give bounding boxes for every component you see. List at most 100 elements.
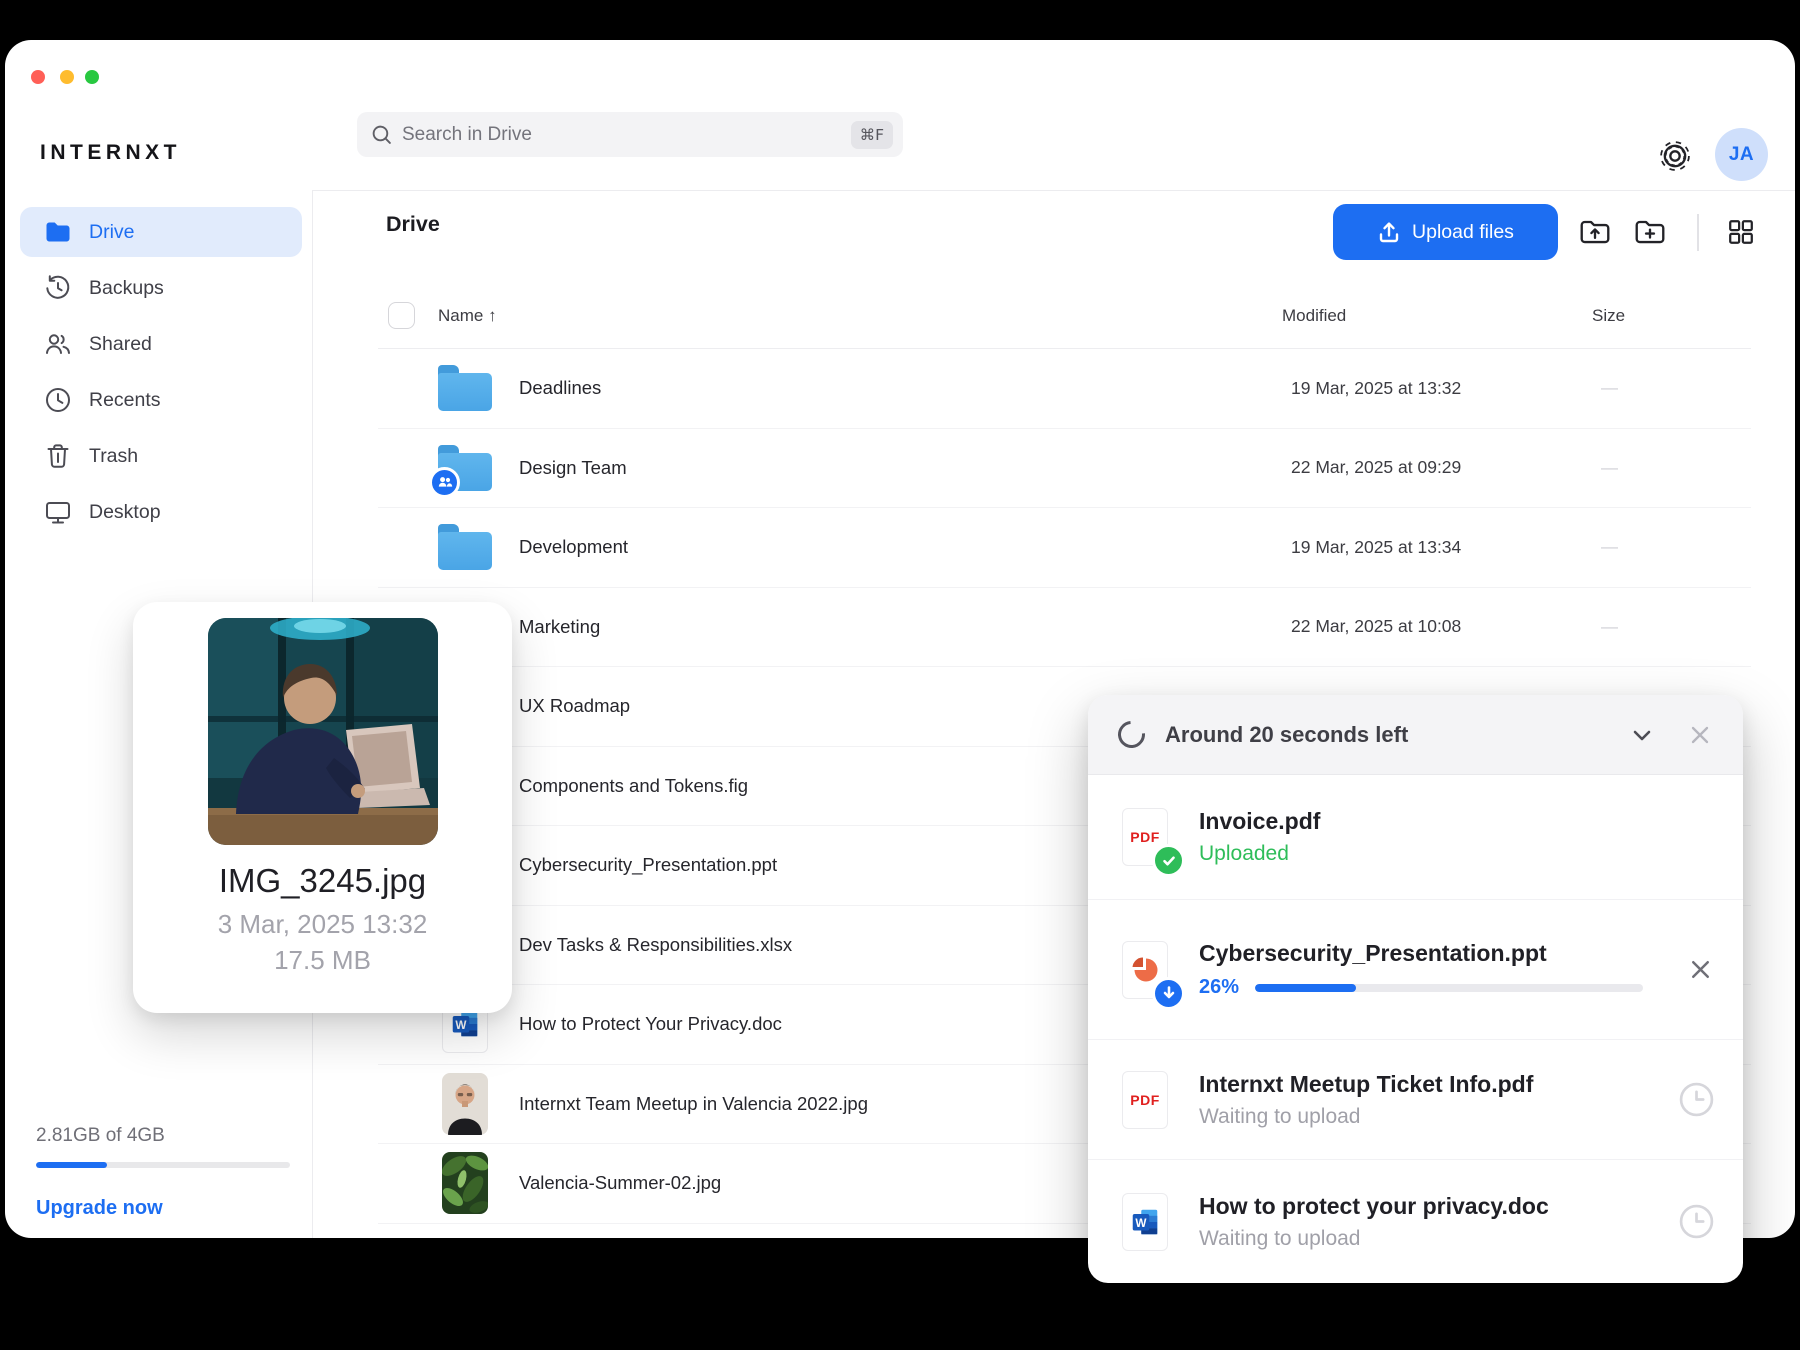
upload-status: Waiting to upload	[1199, 1105, 1660, 1129]
waiting-clock-icon	[1678, 1203, 1715, 1240]
upload-progress-percent: 26%	[1199, 976, 1239, 999]
search-bar[interactable]: ⌘F	[357, 112, 903, 157]
create-folder-button[interactable]	[1630, 212, 1670, 252]
chevron-down-icon	[1626, 719, 1658, 751]
upload-toast-title: Around 20 seconds left	[1165, 722, 1408, 748]
file-modified: 19 Mar, 2025 at 13:34	[1291, 537, 1601, 558]
waiting-indicator	[1678, 1081, 1715, 1118]
history-icon	[43, 273, 73, 303]
close-icon	[1684, 719, 1716, 751]
file-size: —	[1601, 378, 1751, 398]
minimize-window-button[interactable]	[60, 70, 74, 84]
sidebar-item-backups[interactable]: Backups	[20, 263, 302, 313]
zoom-window-button[interactable]	[85, 70, 99, 84]
file-modified: 19 Mar, 2025 at 13:32	[1291, 378, 1601, 399]
preview-date: 3 Mar, 2025 13:32	[218, 909, 428, 940]
upload-item-icon: PDF	[1122, 808, 1172, 866]
table-row[interactable]: Marketing22 Mar, 2025 at 10:08—	[378, 588, 1751, 668]
file-size: —	[1601, 617, 1751, 637]
sidebar-item-label: Backups	[89, 277, 164, 300]
toolbar-divider	[1697, 214, 1699, 251]
column-header-modified[interactable]: Modified	[1282, 306, 1346, 326]
upgrade-now-link[interactable]: Upgrade now	[36, 1197, 296, 1220]
table-row[interactable]: Design Team22 Mar, 2025 at 09:29—	[378, 429, 1751, 509]
storage-usage-text: 2.81GB of 4GB	[36, 1125, 296, 1147]
spinner-icon	[1112, 715, 1150, 753]
upload-item: PDFInternxt Meetup Ticket Info.pdfWaitin…	[1088, 1040, 1743, 1160]
upload-item: Cybersecurity_Presentation.ppt26%	[1088, 900, 1743, 1040]
sidebar-item-trash[interactable]: Trash	[20, 431, 302, 481]
search-input[interactable]	[402, 124, 841, 146]
upload-item-icon: W	[1122, 1193, 1172, 1251]
upload-toast-header: Around 20 seconds left	[1088, 695, 1743, 775]
upload-icon	[1377, 220, 1401, 244]
search-icon	[371, 124, 392, 145]
upload-item-icon	[1122, 941, 1172, 999]
sidebar-item-label: Trash	[89, 445, 138, 468]
close-window-button[interactable]	[31, 70, 45, 84]
avatar[interactable]: JA	[1715, 128, 1768, 181]
column-header-size[interactable]: Size	[1592, 306, 1625, 326]
upload-status: Waiting to upload	[1199, 1227, 1660, 1251]
sidebar-item-label: Shared	[89, 333, 152, 356]
upload-toast-items: PDF Invoice.pdf Uploaded Cybersecurity_Pres…	[1088, 775, 1743, 1283]
file-size: —	[1601, 537, 1751, 557]
preview-filename: IMG_3245.jpg	[219, 862, 426, 900]
sidebar-item-label: Recents	[89, 389, 161, 412]
upload-item-name: How to protect your privacy.doc	[1199, 1193, 1660, 1220]
sidebar-item-label: Drive	[89, 221, 135, 244]
file-size: —	[1601, 458, 1751, 478]
file-name: Marketing	[519, 616, 1291, 638]
shared-folder-badge	[429, 467, 460, 498]
settings-button[interactable]	[1655, 136, 1695, 176]
uploaded-check-badge	[1152, 844, 1185, 877]
cancel-upload-button[interactable]	[1686, 955, 1715, 984]
table-row[interactable]: Deadlines19 Mar, 2025 at 13:32—	[378, 349, 1751, 429]
file-icon-slot	[437, 353, 493, 423]
folder-icon	[438, 524, 492, 570]
table-row[interactable]: Development19 Mar, 2025 at 13:34—	[378, 508, 1751, 588]
grid-view-button[interactable]	[1721, 212, 1761, 252]
file-preview-image	[208, 618, 438, 845]
photo-thumbnail	[442, 1152, 488, 1214]
upload-progress-toast: Around 20 seconds left PDF Invoice.pdf Upl…	[1088, 695, 1743, 1283]
close-toast-button[interactable]	[1683, 718, 1717, 752]
svg-text:W: W	[455, 1019, 467, 1032]
uploading-arrow-badge	[1152, 977, 1185, 1010]
upload-item-icon: PDF	[1122, 1071, 1172, 1129]
folder-upload-icon	[1578, 215, 1612, 249]
clock-icon	[43, 385, 73, 415]
storage-section: 2.81GB of 4GB Upgrade now	[36, 1125, 296, 1220]
sidebar-item-recents[interactable]: Recents	[20, 375, 302, 425]
sidebar-item-label: Desktop	[89, 501, 161, 524]
column-header-name[interactable]: Name ↑	[438, 306, 497, 326]
file-name: Design Team	[519, 457, 1291, 479]
page-title: Drive	[386, 212, 440, 237]
upload-files-button[interactable]: Upload files	[1333, 204, 1558, 260]
file-icon-slot	[437, 512, 493, 582]
grid-view-icon	[1726, 217, 1756, 247]
upload-folder-button[interactable]	[1575, 212, 1615, 252]
storage-progress-fill	[36, 1162, 107, 1168]
sidebar-item-shared[interactable]: Shared	[20, 319, 302, 369]
collapse-toast-button[interactable]	[1625, 718, 1659, 752]
preview-filesize: 17.5 MB	[274, 945, 371, 976]
sidebar-item-drive[interactable]: Drive	[20, 207, 302, 257]
upload-status: Uploaded	[1199, 842, 1715, 866]
upload-progress-row: 26%	[1199, 976, 1668, 999]
monitor-icon	[43, 497, 73, 527]
search-shortcut-badge: ⌘F	[851, 121, 893, 149]
upload-item-name: Invoice.pdf	[1199, 808, 1715, 835]
sidebar-item-desktop[interactable]: Desktop	[20, 487, 302, 537]
upload-item: PDF Invoice.pdf Uploaded	[1088, 775, 1743, 900]
folder-icon	[438, 365, 492, 411]
header-divider	[312, 190, 1795, 191]
file-icon-slot	[437, 1069, 493, 1139]
folder-icon	[43, 217, 73, 247]
pdf-file-icon: PDF	[1122, 1071, 1168, 1129]
file-modified: 22 Mar, 2025 at 10:08	[1291, 616, 1601, 637]
file-preview-card: IMG_3245.jpg 3 Mar, 2025 13:32 17.5 MB	[133, 602, 512, 1013]
select-all-checkbox[interactable]	[388, 302, 415, 329]
folder-plus-icon	[1633, 215, 1667, 249]
photo-thumbnail	[442, 1073, 488, 1135]
